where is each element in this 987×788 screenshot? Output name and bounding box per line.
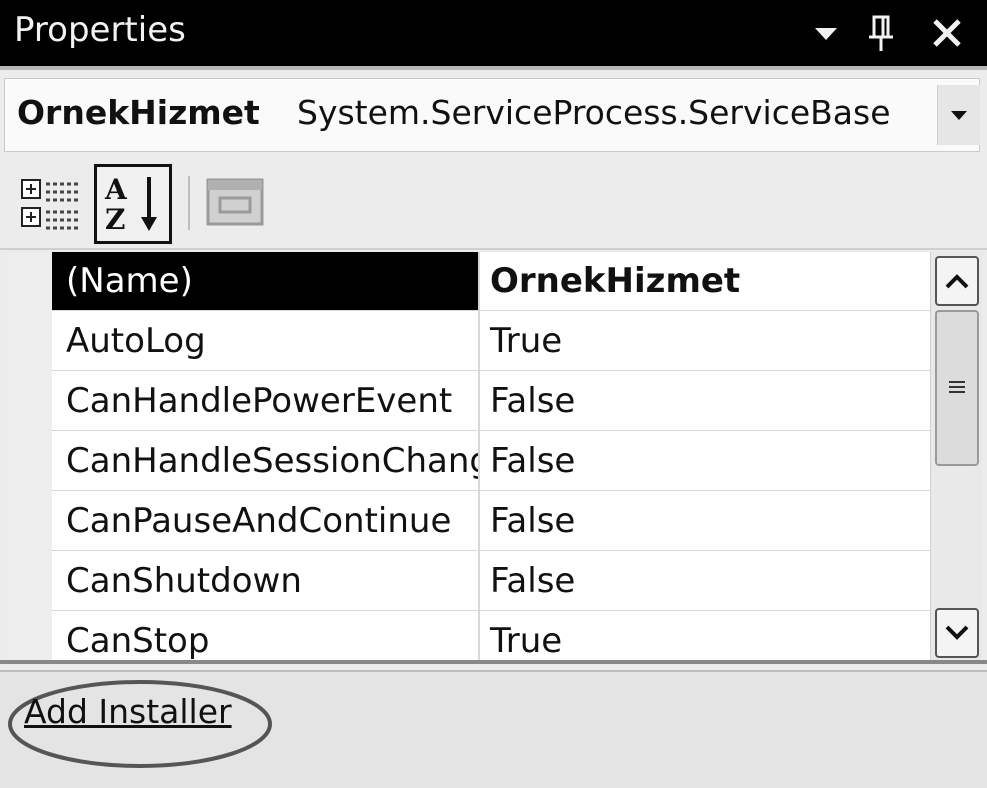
scroll-up-button[interactable] (935, 256, 979, 306)
property-value[interactable]: False (480, 492, 930, 551)
window-title: Properties (14, 10, 186, 50)
property-name: AutoLog (52, 312, 478, 371)
property-value[interactable]: False (480, 552, 930, 611)
property-row[interactable]: CanStop True (52, 612, 930, 660)
add-installer-link[interactable]: Add Installer (24, 692, 232, 731)
grid-margin (4, 252, 52, 660)
property-name: CanStop (52, 612, 478, 660)
toolbar-separator (188, 176, 190, 230)
property-value[interactable]: False (480, 432, 930, 491)
pin-icon[interactable] (862, 0, 900, 66)
property-value[interactable]: True (480, 612, 930, 660)
title-border (0, 66, 987, 70)
chevron-down-icon (945, 625, 969, 640)
object-dropdown-button[interactable] (937, 85, 980, 145)
property-name: CanShutdown (52, 552, 478, 611)
property-name: CanHandlePowerEvent (52, 372, 478, 431)
object-type: System.ServiceProcess.ServiceBase (297, 93, 891, 132)
toolbar-divider (0, 248, 987, 250)
scroll-down-button[interactable] (935, 608, 979, 658)
chevron-up-icon (945, 274, 969, 289)
chevron-down-icon (951, 111, 967, 120)
property-row[interactable]: AutoLog True (52, 312, 930, 372)
alphabetical-button[interactable]: A Z (94, 164, 172, 244)
properties-toolbar: A Z (0, 156, 987, 248)
property-value[interactable]: True (480, 312, 930, 371)
property-row[interactable]: CanPauseAndContinue False (52, 492, 930, 552)
close-icon[interactable] (924, 0, 970, 66)
property-pages-icon (206, 178, 264, 226)
vertical-scrollbar[interactable] (930, 252, 982, 660)
object-name: OrnekHizmet (17, 93, 260, 132)
property-name: CanHandleSessionChang (52, 432, 478, 491)
property-row[interactable]: CanHandleSessionChang False (52, 432, 930, 492)
svg-text:A: A (104, 173, 128, 206)
properties-title-bar: Properties (0, 0, 987, 66)
sort-az-icon: A Z (104, 173, 157, 236)
svg-text:Z: Z (105, 203, 125, 236)
property-row[interactable]: CanShutdown False (52, 552, 930, 612)
window-position-icon[interactable] (808, 0, 844, 66)
grip-icon (949, 381, 965, 393)
commands-splitter[interactable] (0, 660, 987, 664)
object-selector[interactable]: OrnekHizmet System.ServiceProcess.Servic… (4, 78, 980, 152)
property-row[interactable]: (Name) OrnekHizmet (52, 252, 930, 312)
property-pages-button[interactable] (204, 176, 266, 228)
property-value[interactable]: OrnekHizmet (480, 252, 930, 311)
commands-pane: Add Installer (0, 672, 987, 788)
property-grid: (Name) OrnekHizmet AutoLog True CanHandl… (4, 252, 930, 660)
property-row[interactable]: CanHandlePowerEvent False (52, 372, 930, 432)
property-value[interactable]: False (480, 372, 930, 431)
property-name: CanPauseAndContinue (52, 492, 478, 551)
property-name: (Name) (52, 252, 478, 311)
categorized-button[interactable] (18, 176, 82, 236)
categorized-icon (21, 179, 78, 230)
scroll-thumb[interactable] (935, 310, 979, 466)
